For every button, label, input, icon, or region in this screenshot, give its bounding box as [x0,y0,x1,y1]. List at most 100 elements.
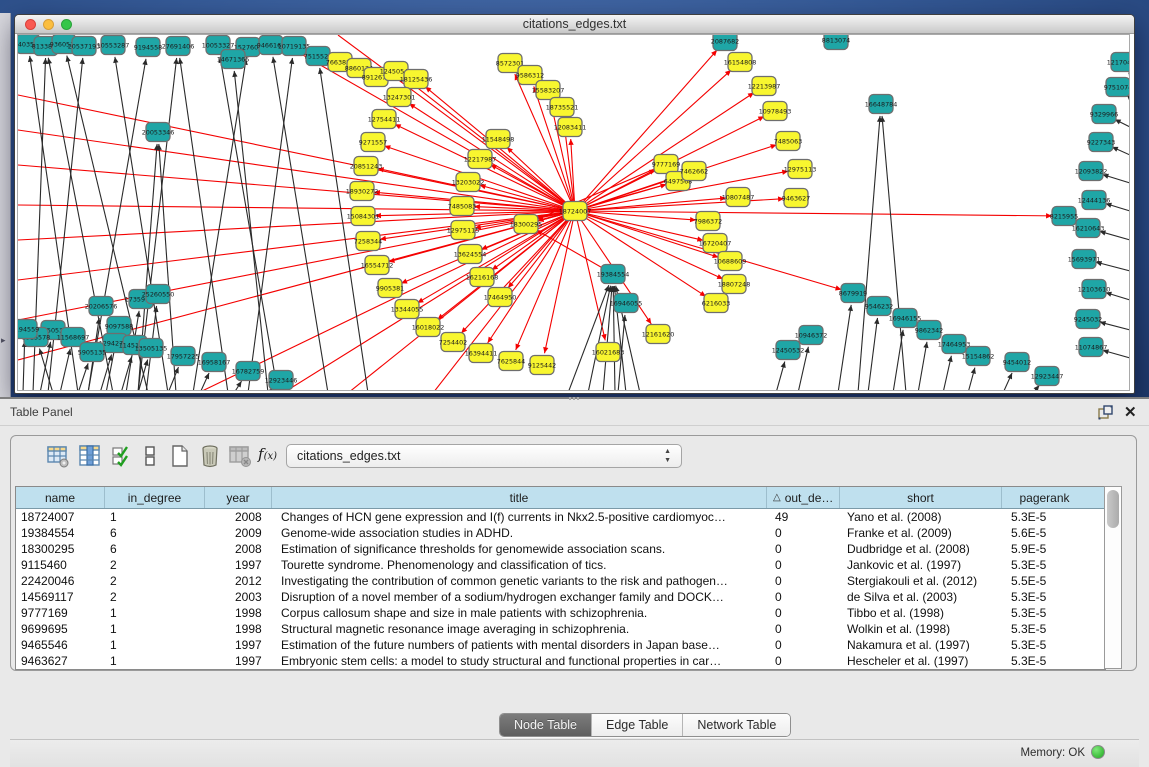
graph-node-label: 12444136 [1078,196,1111,204]
cell-name: 19384554 [16,525,105,541]
sort-ascending-icon: △ [773,492,781,503]
graph-edge [858,116,880,390]
tab-edge-table[interactable]: Edge Table [592,714,683,736]
close-panel-icon[interactable]: ✕ [1124,403,1137,421]
graph-edge [180,58,228,390]
cell-year: 2008 [205,541,272,557]
graph-node-label: 10688609 [714,257,747,265]
graph-node-label: 7625844 [497,357,525,365]
graph-node-label: 16210643 [1072,224,1105,232]
graph-node-label: 20851243 [350,162,383,170]
table-row[interactable]: 1938455462009Genome-wide association stu… [16,525,1105,541]
graph-edge [893,330,903,390]
table-mode-icon[interactable] [138,444,162,468]
cell-year: 1997 [205,557,272,573]
graph-node-label: 9463627 [782,194,810,202]
cell-name: 9699695 [16,621,105,637]
table-row[interactable]: 946362711997Embryonic stem cells: a mode… [16,653,1105,669]
node-table[interactable]: name in_degree year title △ out_de… shor… [15,486,1106,670]
graph-node-label: 10553287 [97,41,130,49]
graph-node-label: 10807487 [722,193,755,201]
network-canvas[interactable]: 2403572813381493605192053719310553287919… [17,34,1130,391]
graph-node-label: 9862342 [915,326,943,334]
column-header-title[interactable]: title [272,487,767,508]
column-header-pagerank[interactable]: pagerank [1002,487,1087,508]
graph-node-label: 12103610 [1078,285,1111,293]
new-document-icon[interactable] [168,444,192,468]
cell-title: Changes of HCN gene expression and I(f) … [272,509,767,525]
graph-node-label: 18125436 [400,75,433,83]
cell-pagerank: 5.3E-5 [1002,653,1087,669]
edge-arrowhead-icon [236,381,241,387]
edge-arrowhead-icon [173,58,178,64]
edge-arrowhead-icon [28,56,33,62]
table-row[interactable]: 969969511998Structural magnetic resonanc… [16,621,1105,637]
column-header-out-degree[interactable]: △ out_de… [767,487,840,508]
cell-short: de Silva et al. (2003) [840,589,1002,605]
tab-node-table[interactable]: Node Table [500,714,592,736]
table-settings-icon[interactable] [46,444,70,468]
desktop-background: ▸ citations_edges.txt 240357281338149360… [0,0,1149,397]
edge-arrowhead-icon [289,58,294,64]
graph-node-label: 15154862 [962,352,995,360]
column-visibility-icon[interactable] [78,444,102,468]
column-header-name[interactable]: name [16,487,105,508]
tab-network-table[interactable]: Network Table [683,714,790,736]
memory-status-indicator[interactable] [1091,745,1105,759]
panel-collapse-arrow-icon[interactable]: ▸ [1,335,6,346]
table-row[interactable]: 1456911722003Disruption of a novel membe… [16,589,1105,605]
graph-edge [882,116,906,390]
graph-node-label: 10053327 [202,41,235,49]
citation-network-graph[interactable]: 2403572813381493605192053719310553287919… [18,35,1129,390]
graph-edge [18,205,575,211]
edge-arrowhead-icon [923,342,928,348]
split-pane-grabber[interactable] [569,397,579,400]
row-selection-icon[interactable] [110,444,134,468]
scrollbar-thumb[interactable] [1107,490,1119,528]
column-header-in-degree[interactable]: in_degree [105,487,205,508]
table-panel: Table Panel ✕ [0,397,1149,729]
graph-edge [838,305,851,390]
edge-arrowhead-icon [178,58,183,64]
table-row[interactable]: 911546021997Tourette syndrome. Phenomeno… [16,557,1105,573]
column-header-short[interactable]: short [840,487,1002,508]
cell-in-degree: 1 [105,637,205,653]
table-row[interactable]: 1872400712008Changes of HCN gene express… [16,509,1105,525]
function-builder-icon[interactable]: f(x) [258,445,282,469]
table-selector-dropdown[interactable]: citations_edges.txt ▲▼ [286,444,682,468]
cell-title: Investigating the contribution of common… [272,573,767,589]
column-header-year[interactable]: year [205,487,272,508]
table-panel-title: Table Panel [10,405,73,419]
graph-node-label: 12923447 [1031,372,1064,380]
float-panel-icon[interactable] [1098,405,1114,420]
network-window[interactable]: citations_edges.txt 24035728133814936051… [14,14,1135,394]
table-row[interactable]: 946554611997Estimation of the future num… [16,637,1105,653]
dropdown-arrows-icon: ▲▼ [664,447,671,465]
edge-arrowhead-icon [646,318,652,324]
cell-out-degree: 0 [767,557,840,573]
table-row[interactable]: 1830029562008Estimation of significance … [16,541,1105,557]
graph-node-label: 9329966 [1090,110,1118,118]
cell-in-degree: 2 [105,589,205,605]
cell-title: Structural magnetic resonance image aver… [272,621,767,637]
graph-node-label: 9905381 [376,284,404,292]
cell-short: Tibbo et al. (1998) [840,605,1002,621]
cell-in-degree: 6 [105,525,205,541]
cell-out-degree: 49 [767,509,840,525]
network-window-titlebar[interactable]: citations_edges.txt [15,15,1134,34]
graph-node-label: 16782759 [232,367,265,375]
graph-node-label: 20206576 [85,302,118,310]
delete-rows-icon[interactable] [198,444,222,468]
cell-name: 14569117 [16,589,105,605]
graph-node-label: 13344055 [391,305,424,313]
table-row[interactable]: 977716911998Corpus callosum shape and si… [16,605,1105,621]
graph-edge [320,68,368,390]
table-header-row[interactable]: name in_degree year title △ out_de… shor… [16,487,1105,509]
cell-in-degree: 1 [105,605,205,621]
cell-in-degree: 1 [105,621,205,637]
edge-arrowhead-icon [848,305,853,311]
table-scrollbar[interactable] [1104,486,1122,669]
edge-arrowhead-icon [947,356,952,362]
graph-node-label: 16946055 [610,299,643,307]
table-row[interactable]: 2242004622012Investigating the contribut… [16,573,1105,589]
